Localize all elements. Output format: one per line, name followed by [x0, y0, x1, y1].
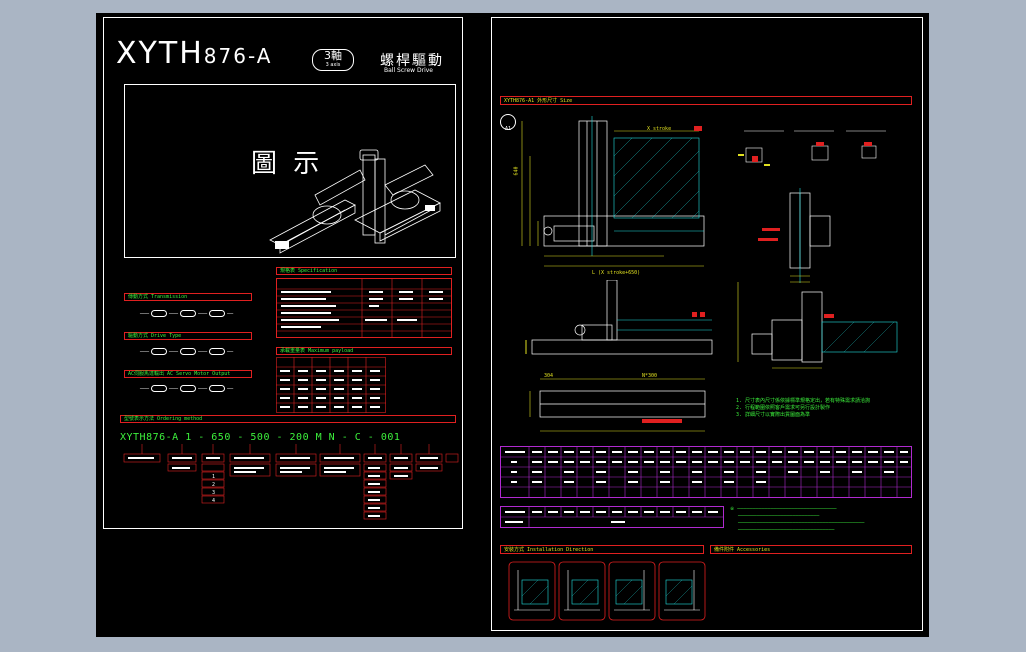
table-notes: ※ ───────────────────────────────── ────…	[730, 506, 865, 533]
spec-table	[276, 278, 452, 338]
mid-side-view	[737, 282, 898, 369]
ordering-header: 型號表示方法 Ordering method	[120, 415, 456, 423]
size-title-bar: XYTH876-A1 外形尺寸 Size	[500, 96, 912, 105]
right-sheet: XYTH876-A1 外形尺寸 Size A1 X stroke L (X st…	[491, 17, 923, 631]
installation-icons	[508, 560, 708, 622]
secondary-table	[500, 506, 724, 528]
drive-type-header: 驅動方式 Drive Type	[124, 332, 252, 340]
spec-table-header: 規格表 Specification	[276, 267, 452, 275]
robot-isometric-icon	[269, 149, 441, 254]
accessories-title-bar: 備件附件 Accessories	[710, 545, 912, 554]
dim-nfix: N*300	[642, 373, 658, 379]
dim-304: 304	[544, 373, 554, 379]
l-dim-label: L (X stroke+650)	[592, 270, 641, 276]
left-sheet: XYTH876-A 3軸 3 axis 螺桿驅動 Ball Screw Driv…	[103, 17, 463, 529]
notes-block: 1. 尺寸表內尺寸係依據標準規格定出，若有特殊需求請洽詢 2. 行程範圍依照客戶…	[736, 398, 871, 418]
front-view-drawing	[521, 116, 705, 267]
mid-front-view	[525, 280, 713, 355]
figure-box: 圖 示	[124, 84, 456, 258]
ordering-code: XYTH876-A 1 - 650 - 500 - 200 M N - C - …	[120, 432, 401, 443]
motor-output-header: AC伺服馬達輸出 AC Servo Motor Output	[124, 370, 252, 378]
motor-output-options: ─── ─── ─── ──	[140, 385, 234, 392]
drive-type-options: ─── ─── ─── ──	[140, 348, 234, 355]
drive-subtitle: Ball Screw Drive	[384, 67, 433, 74]
dimension-table	[500, 446, 912, 498]
axes-badge: 3軸 3 axis	[312, 49, 354, 71]
profile-details	[738, 130, 886, 166]
dim-640: 640	[513, 166, 520, 176]
model-title: XYTH876-A	[116, 36, 273, 71]
payload-table	[276, 357, 386, 413]
transmission-options: ─── ─── ─── ──	[140, 310, 234, 317]
ordering-diagram	[123, 444, 459, 520]
cad-canvas[interactable]: XYTH876-A 3軸 3 axis 螺桿驅動 Ball Screw Driv…	[96, 13, 929, 637]
option-col1: 1 2 3 4	[212, 474, 216, 504]
x-stroke-label: X stroke	[647, 126, 672, 132]
bottom-long-view	[529, 378, 706, 432]
payload-table-header: 承載重量表 Maximum payload	[276, 347, 452, 355]
side-view-drawing	[758, 188, 831, 283]
installation-title-bar: 安裝方式 Installation Direction	[500, 545, 704, 554]
transmission-header: 傳動方式 Transmission	[124, 293, 252, 301]
